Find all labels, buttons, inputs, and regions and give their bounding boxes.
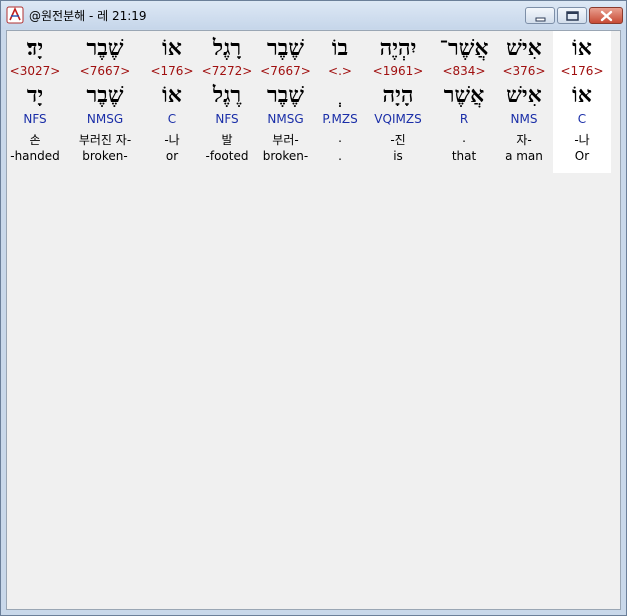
hebrew-word: רָגֶל	[212, 35, 242, 61]
hebrew-word: יִהְיֶה	[379, 35, 417, 61]
english-gloss: Or	[574, 149, 590, 163]
korean-gloss: 부러-	[272, 133, 299, 147]
word-column[interactable]: בוֹ <.> ְ P.MZS . .	[316, 31, 364, 171]
hebrew-word: אֲשֶׁר־	[439, 35, 489, 61]
minimize-button[interactable]	[525, 7, 555, 24]
korean-gloss: 손	[29, 133, 41, 147]
lemma-word: אוֹ	[572, 82, 592, 108]
morphology-code: P.MZS	[322, 112, 358, 126]
lemma-word: שֶׁבֶר	[267, 82, 304, 108]
strong-number[interactable]: <.>	[316, 64, 364, 78]
lemma-word: אִישׁ	[506, 82, 542, 108]
word-column[interactable]: יָד׃ <3027> יָד NFS 손 -handed	[7, 31, 63, 171]
english-gloss: -handed	[10, 149, 60, 163]
hebrew-word: אוֹ	[162, 35, 182, 61]
morphology-code: NMSG	[267, 112, 304, 126]
lemma-word: יָד	[26, 82, 44, 108]
hebrew-word: אוֹ	[572, 35, 592, 61]
morphology-code: R	[459, 112, 469, 126]
word-column[interactable]: רָגֶל <7272> רֶגֶל NFS 발 -footed	[200, 31, 254, 171]
english-gloss: that	[451, 149, 477, 163]
korean-gloss: 부러진 자-	[78, 133, 132, 147]
hebrew-word: יָד׃	[26, 35, 44, 61]
english-gloss: broken-	[82, 149, 128, 163]
english-gloss: .	[338, 149, 342, 163]
strong-number[interactable]: <176>	[553, 64, 611, 78]
english-gloss: broken-	[262, 149, 309, 163]
word-column[interactable]: אוֹ <176> אוֹ C -나 or	[147, 31, 197, 171]
korean-gloss: -나	[164, 133, 180, 147]
strong-number[interactable]: <1961>	[365, 64, 431, 78]
window-title: @원전분해 - 레 21:19	[29, 9, 147, 23]
korean-gloss: 자-	[516, 133, 532, 147]
morphology-code: NMSG	[86, 112, 124, 126]
korean-gloss: -나	[574, 133, 590, 147]
close-button[interactable]	[589, 7, 623, 24]
word-column[interactable]: יִהְיֶה <1961> הָיָה VQIMZS -진 is	[365, 31, 431, 171]
minimize-icon	[535, 17, 546, 22]
lemma-word: רֶגֶל	[212, 82, 242, 108]
hebrew-word: אִישׁ	[506, 35, 542, 61]
lemma-word: אֲשֶׁר	[443, 82, 485, 108]
hebrew-word: שֶׁבֶר	[86, 35, 124, 61]
morphology-code: C	[577, 112, 587, 126]
morphology-code: NMS	[510, 112, 538, 126]
korean-gloss: .	[338, 131, 342, 145]
strong-number[interactable]: <176>	[147, 64, 197, 78]
morphology-code: C	[167, 112, 177, 126]
morphology-code: VQIMZS	[374, 112, 422, 126]
lemma-word: שֶׁבֶר	[86, 82, 124, 108]
strong-number[interactable]: <7667>	[66, 64, 144, 78]
close-icon	[600, 10, 613, 22]
word-column-selected[interactable]: אוֹ <176> אוֹ C -나 Or	[553, 31, 611, 171]
morphology-code: NFS	[23, 112, 47, 126]
hebrew-word: שֶׁבֶר	[267, 35, 304, 61]
lemma-word: אוֹ	[162, 82, 182, 108]
word-column[interactable]: אִישׁ <376> אִישׁ NMS 자- a man	[496, 31, 552, 171]
hebrew-word: בוֹ	[331, 35, 349, 61]
english-gloss: a man	[505, 149, 543, 163]
korean-gloss: .	[462, 131, 466, 145]
lemma-word: הָיָה	[382, 82, 414, 108]
korean-gloss: 발	[221, 133, 233, 147]
strong-number[interactable]: <376>	[496, 64, 552, 78]
strong-number[interactable]: <7667>	[257, 64, 314, 78]
morphology-code: NFS	[215, 112, 239, 126]
compass-app-icon[interactable]	[6, 6, 24, 24]
english-gloss: or	[165, 149, 179, 163]
english-gloss: is	[393, 149, 403, 163]
word-column[interactable]: אֲשֶׁר־ <834> אֲשֶׁר R . that	[434, 31, 494, 171]
word-column[interactable]: שֶׁבֶר <7667> שֶׁבֶר NMSG 부러진 자- broken-	[66, 31, 144, 171]
app-window: @원전분해 - 레 21:19 יָד׃ <3027> יָד NFS 손 -h…	[0, 0, 627, 616]
strong-number[interactable]: <3027>	[7, 64, 63, 78]
interlinear-panel[interactable]: יָד׃ <3027> יָד NFS 손 -handed שֶׁבֶר <76…	[6, 30, 621, 610]
korean-gloss: -진	[390, 133, 406, 147]
lemma-word: ְ	[316, 82, 364, 108]
maximize-button[interactable]	[557, 7, 587, 24]
strong-number[interactable]: <834>	[434, 64, 494, 78]
word-column[interactable]: שֶׁבֶר <7667> שֶׁבֶר NMSG 부러- broken-	[257, 31, 314, 171]
title-bar[interactable]: @원전분해 - 레 21:19	[1, 1, 626, 29]
strong-number[interactable]: <7272>	[200, 64, 254, 78]
maximize-icon	[566, 11, 579, 21]
english-gloss: -footed	[205, 149, 249, 163]
